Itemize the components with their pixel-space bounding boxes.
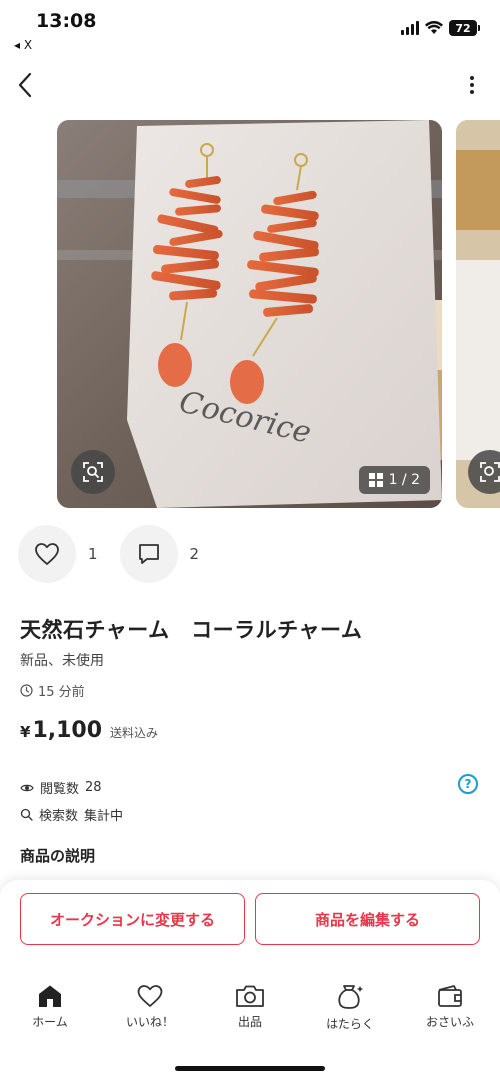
item-condition: 新品、未使用	[20, 653, 104, 669]
comment-icon	[138, 544, 159, 564]
clock-icon	[20, 684, 33, 697]
tab-sell-label: 出品	[237, 1015, 262, 1029]
posted-time-text: 15 分前	[38, 685, 85, 700]
next-product-photo[interactable]	[456, 120, 500, 508]
home-indicator	[175, 1066, 325, 1071]
status-icons: 72	[401, 20, 480, 36]
product-photo[interactable]: Cocorice 1 / 2	[57, 120, 442, 508]
status-time: 13:08	[36, 10, 97, 32]
money-bag-icon	[338, 985, 363, 1009]
back-to-app-link[interactable]: ◂ X	[14, 38, 32, 52]
wifi-icon	[425, 21, 443, 34]
photo-carousel[interactable]: Cocorice 1 / 2	[57, 120, 500, 508]
shipping-note: 送料込み	[110, 726, 159, 740]
heart-icon	[35, 543, 59, 565]
tab-likes[interactable]: いいね！	[100, 984, 200, 1032]
battery-level: 72	[449, 20, 477, 36]
tab-bar: ホーム いいね！ 出品 はたらく おさいふ	[0, 984, 500, 1032]
tab-home[interactable]: ホーム	[0, 984, 100, 1032]
change-to-auction-button[interactable]: オークションに変更する	[20, 893, 245, 945]
tab-work[interactable]: はたらく	[300, 984, 400, 1032]
price-currency: ¥	[20, 723, 31, 741]
battery-icon: 72	[449, 20, 480, 36]
earrings-photo-image: Cocorice	[57, 120, 442, 508]
zoom-scan-icon	[480, 462, 500, 482]
view-count-stat: 閲覧数 28	[20, 778, 102, 797]
tab-work-label: はたらく	[326, 1017, 374, 1031]
price-row: ¥ 1,100 送料込み	[20, 718, 158, 743]
tab-likes-label: いいね！	[125, 1015, 174, 1029]
heart-icon	[137, 985, 163, 1007]
camera-icon	[236, 985, 264, 1007]
search-count-value: 集計中	[84, 809, 124, 824]
grid-icon	[368, 473, 383, 487]
view-count-value: 28	[85, 780, 102, 795]
comment-count: 2	[189, 545, 200, 563]
back-button[interactable]	[10, 68, 40, 102]
more-dots-icon	[470, 76, 474, 80]
photo-counter-text: 1 / 2	[388, 472, 420, 488]
edit-item-button[interactable]: 商品を編集する	[255, 893, 480, 945]
zoom-button[interactable]	[71, 450, 115, 494]
photo-counter: 1 / 2	[358, 466, 430, 494]
engagement-actions: 1 2	[18, 525, 221, 583]
like-button[interactable]	[18, 525, 76, 583]
eye-icon	[20, 784, 34, 791]
view-count-label: 閲覧数	[40, 782, 80, 797]
help-icon[interactable]: ?	[458, 774, 478, 794]
signal-icon	[401, 21, 419, 35]
status-bar: 13:08 ◂ X 72	[0, 0, 500, 56]
tab-wallet[interactable]: おさいふ	[400, 984, 500, 1032]
search-count-label: 検索数	[39, 809, 79, 824]
zoom-scan-icon	[83, 462, 103, 482]
bottom-panel: オークションに変更する 商品を編集する ホーム いいね！ 出品 はたらく おさい…	[0, 880, 500, 1080]
search-icon	[20, 808, 33, 821]
wallet-icon	[438, 985, 462, 1007]
nav-bar	[0, 62, 500, 108]
more-options-button[interactable]	[464, 70, 480, 100]
description-heading: 商品の説明	[20, 847, 96, 865]
tab-wallet-label: おさいふ	[425, 1015, 474, 1029]
comment-button[interactable]	[119, 525, 178, 583]
item-title: 天然石チャーム コーラルチャーム	[20, 618, 363, 642]
tab-home-label: ホーム	[32, 1015, 68, 1029]
tab-sell[interactable]: 出品	[200, 984, 300, 1032]
price-value: 1,100	[32, 718, 103, 743]
chevron-left-icon	[18, 72, 32, 98]
posted-time: 15 分前	[20, 681, 85, 700]
like-count: 1	[88, 545, 98, 563]
home-icon	[39, 985, 61, 1007]
search-count-stat: 検索数 集計中	[20, 805, 123, 824]
